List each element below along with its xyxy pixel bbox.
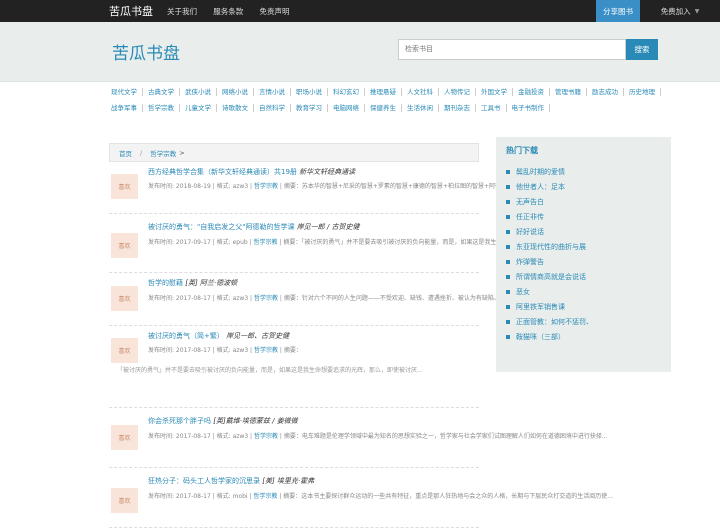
- book-thumbnail[interactable]: 喜欢: [111, 233, 138, 258]
- book-title[interactable]: 被讨厌的勇气（简+繁） 岸见一郎、古贺史健: [148, 331, 289, 341]
- nav-disclaimer[interactable]: 免责声明: [259, 7, 289, 16]
- category-link[interactable]: 保健养生: [365, 104, 402, 112]
- category-link[interactable]: 诗歌散文: [217, 104, 254, 112]
- bullet-icon: [506, 274, 510, 279]
- list-item: 喜欢 你会杀死那个胖子吗 [英]戴维·埃德蒙兹 / 姜微微 发布时间: 2017…: [109, 408, 608, 468]
- category-link[interactable]: 管理书籍: [550, 88, 587, 96]
- hot-item[interactable]: 鞍猫咪（三部）: [506, 329, 661, 344]
- hot-item[interactable]: 他世者人：足本: [506, 179, 661, 194]
- book-title[interactable]: 哲学的慰藉 [英] 阿兰·德波顿: [148, 278, 237, 288]
- category-link[interactable]: 人物传记: [439, 88, 476, 96]
- book-thumbnail[interactable]: 喜欢: [111, 174, 138, 199]
- brand-link[interactable]: 苦瓜书盘: [109, 3, 153, 19]
- list-item: 喜欢 狂热分子：码头工人哲学家的沉思录 [美] 埃里克·霍弗 发布时间: 201…: [109, 468, 613, 528]
- category-link[interactable]: 网络小说: [217, 88, 254, 96]
- hot-item[interactable]: 任正非传: [506, 209, 661, 224]
- book-meta: 发布时间: 2017-08-17 | 格式: azw3 | 哲学宗教 | 摘要：: [148, 347, 302, 354]
- sidebar-title: 热门下载: [506, 146, 538, 155]
- category-link[interactable]: 职场小说: [291, 88, 328, 96]
- category-link[interactable]: 励志成功: [587, 88, 624, 96]
- category-link[interactable]: 历史地理: [624, 88, 661, 96]
- category-link[interactable]: 言情小说: [254, 88, 291, 96]
- hot-item[interactable]: 鬓乱时期的爱情: [506, 164, 661, 179]
- bullet-icon: [506, 304, 510, 309]
- caret-down-icon: ▼: [694, 7, 700, 15]
- bullet-icon: [506, 319, 510, 324]
- book-thumbnail[interactable]: 喜欢: [111, 488, 138, 513]
- bullet-icon: [506, 169, 510, 174]
- bullet-icon: [506, 214, 510, 219]
- category-link[interactable]: 古典文学: [143, 88, 180, 96]
- breadcrumb-home[interactable]: 首页: [119, 148, 132, 158]
- book-meta: 发布时间: 2017-08-17 | 格式: mobi | 哲学宗教 | 摘要：…: [148, 493, 614, 500]
- category-link[interactable]: 外国文学: [476, 88, 513, 96]
- nav-terms[interactable]: 服务条款: [213, 7, 243, 16]
- book-thumbnail[interactable]: 喜欢: [111, 338, 138, 363]
- book-title[interactable]: 你会杀死那个胖子吗 [英]戴维·埃德蒙兹 / 姜微微: [148, 416, 298, 426]
- list-item: 喜欢 西方经典哲学合集（新华文轩经典通读）共19册 新华文轩经典通读 发布时间:…: [109, 162, 630, 214]
- bullet-icon: [506, 244, 510, 249]
- bullet-icon: [506, 334, 510, 339]
- list-item: 喜欢 哲学的慰藉 [英] 阿兰·德波顿 发布时间: 2017-08-17 | 格…: [109, 273, 614, 326]
- category-nav: 现代文学 古典文学 武侠小说 网络小说 言情小说 职场小说 科幻玄幻 推理悬疑 人文社科 人物传记…: [106, 84, 692, 116]
- nav-about[interactable]: 关于我们: [167, 7, 197, 16]
- category-link[interactable]: 科幻玄幻: [328, 88, 365, 96]
- category-link[interactable]: 推理悬疑: [365, 88, 402, 96]
- category-link[interactable]: 教育学习: [291, 104, 328, 112]
- hot-item[interactable]: 好好说话: [506, 224, 661, 239]
- category-link[interactable]: 哲学宗教: [143, 104, 180, 112]
- hot-item[interactable]: 阿里铁军销售课: [506, 299, 661, 314]
- category-link[interactable]: 战争军事: [106, 104, 143, 112]
- breadcrumb-separator: /: [140, 148, 143, 157]
- breadcrumb: 首页 / 哲学宗教 >: [109, 143, 479, 162]
- category-link[interactable]: 人文社科: [402, 88, 439, 96]
- join-label: 免费加入: [660, 6, 691, 16]
- breadcrumb-arrow: >: [179, 148, 185, 157]
- hot-downloads-panel: 热门下载 鬓乱时期的爱情 他世者人：足本 无声告白 任正非传 好好说话 东亚现代…: [496, 137, 671, 372]
- category-link[interactable]: 生活休闲: [402, 104, 439, 112]
- category-link[interactable]: 自然科学: [254, 104, 291, 112]
- hot-item[interactable]: 正面管教：如何不惩罚、: [506, 314, 661, 329]
- breadcrumb-current[interactable]: 哲学宗教: [150, 148, 176, 158]
- hot-item[interactable]: 无声告白: [506, 194, 661, 209]
- category-link[interactable]: 电子书制作: [506, 104, 550, 112]
- book-thumbnail[interactable]: 喜欢: [111, 425, 138, 450]
- bullet-icon: [506, 184, 510, 189]
- category-link[interactable]: 武侠小说: [180, 88, 217, 96]
- site-logo[interactable]: 苦瓜书盘: [112, 39, 180, 64]
- search-input[interactable]: 检索书目: [398, 39, 626, 60]
- hot-item[interactable]: 所谓情商高就是会说话: [506, 269, 661, 284]
- bullet-icon: [506, 229, 510, 234]
- hot-item[interactable]: 炸弹警告: [506, 254, 661, 269]
- category-link[interactable]: 工具书: [476, 104, 507, 112]
- category-link[interactable]: 期刊杂志: [439, 104, 476, 112]
- category-link[interactable]: 电脑网络: [328, 104, 365, 112]
- bullet-icon: [506, 289, 510, 294]
- book-list: 首页 / 哲学宗教 > 喜欢 西方经典哲学合集（新华文轩经典通读）共19册 新华…: [109, 143, 630, 528]
- bullet-icon: [506, 259, 510, 264]
- category-link[interactable]: 现代文学: [106, 88, 143, 96]
- join-free-dropdown[interactable]: 免费加入 ▼: [640, 0, 720, 22]
- search-button[interactable]: 搜索: [626, 39, 658, 60]
- book-thumbnail[interactable]: 喜欢: [111, 286, 138, 311]
- category-link[interactable]: 金融投资: [513, 88, 550, 96]
- share-books-button[interactable]: 分享图书: [596, 0, 640, 22]
- hot-item[interactable]: 恶女: [506, 284, 661, 299]
- hot-item[interactable]: 东亚现代性的曲折与展: [506, 239, 661, 254]
- book-meta: 发布时间: 2017-08-17 | 格式: azw3 | 哲学宗教 | 摘要：…: [148, 433, 608, 440]
- book-title[interactable]: 西方经典哲学合集（新华文轩经典通读）共19册 新华文轩经典通读: [148, 167, 355, 177]
- site-header: 苦瓜书盘 检索书目 搜索: [0, 22, 720, 82]
- bullet-icon: [506, 199, 510, 204]
- book-title[interactable]: 被讨厌的勇气："自我启发之父"阿德勒的哲学课 岸见一郎 / 古贺史健: [148, 222, 360, 232]
- top-navbar: 苦瓜书盘 关于我们 服务条款 免责声明 分享图书 免费加入 ▼: [0, 0, 720, 22]
- book-title[interactable]: 狂热分子：码头工人哲学家的沉思录 [美] 埃里克·霍弗: [148, 476, 314, 486]
- list-item: 喜欢 被讨厌的勇气（简+繁） 岸见一郎、古贺史健 发布时间: 2017-08-1…: [109, 326, 479, 408]
- book-description: 「被讨厌的勇气」并不是要去吸引被讨厌的负向能量，而是，如果这是我生命想要追求的光…: [117, 367, 423, 374]
- category-link[interactable]: 儿童文学: [180, 104, 217, 112]
- list-item: 喜欢 被讨厌的勇气："自我启发之父"阿德勒的哲学课 岸见一郎 / 古贺史健 发布…: [109, 214, 616, 273]
